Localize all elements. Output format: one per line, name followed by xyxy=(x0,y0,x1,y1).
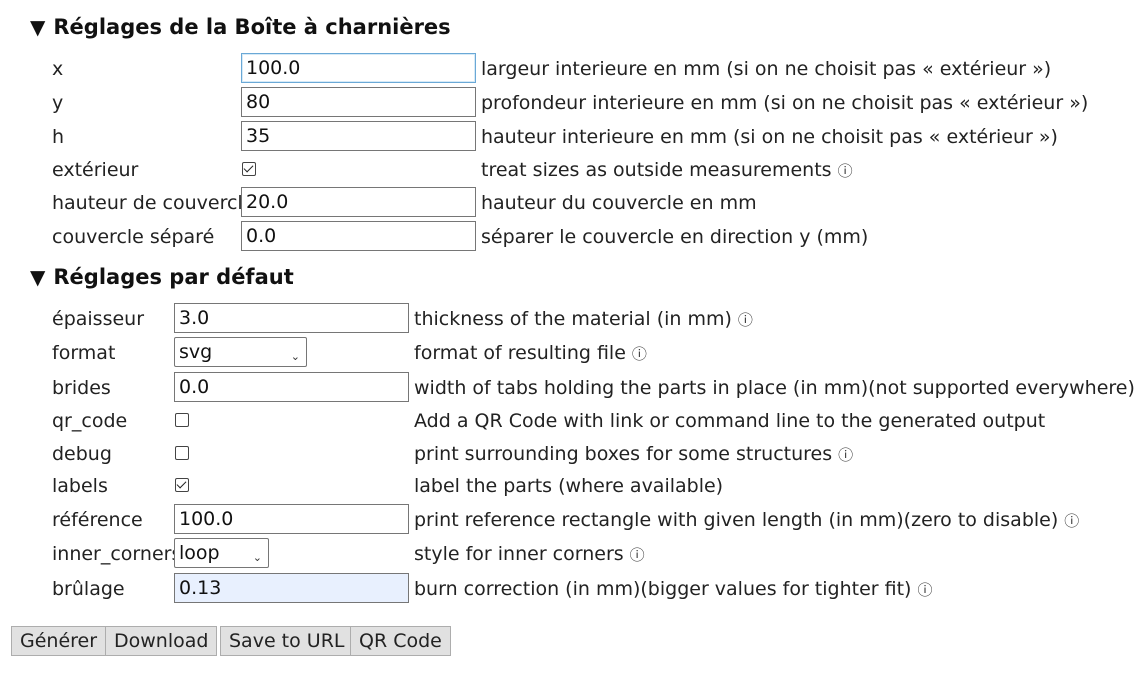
thickness-input[interactable]: 3.0 xyxy=(174,303,409,333)
row-qr-code: qr_code Add a QR Code with link or comma… xyxy=(0,405,1140,439)
field-label: hauteur de couvercle xyxy=(52,192,255,214)
info-icon[interactable]: ⓘ xyxy=(738,311,753,329)
field-description: style for inner corners ⓘ xyxy=(414,543,645,565)
field-label: labels xyxy=(52,475,108,497)
field-label: extérieur xyxy=(52,159,139,181)
format-select[interactable]: svg ⌄ xyxy=(174,337,307,367)
labels-checkbox[interactable] xyxy=(175,478,189,492)
row-inner-corners: inner_corners loop ⌄ style for inner cor… xyxy=(0,538,1140,572)
field-label: couvercle séparé xyxy=(52,226,215,248)
field-description: width of tabs holding the parts in place… xyxy=(414,377,1135,399)
field-label: brûlage xyxy=(52,578,125,600)
section-title: Réglages de la Boîte à charnières xyxy=(53,15,451,39)
field-label: brides xyxy=(52,377,111,399)
field-description: hauteur du couvercle en mm xyxy=(481,192,757,214)
field-description: print reference rectangle with given len… xyxy=(414,509,1080,531)
info-icon[interactable]: ⓘ xyxy=(1064,512,1079,530)
burn-input[interactable]: 0.13 xyxy=(174,573,409,603)
section-header-box-settings[interactable]: ▼ Réglages de la Boîte à charnières xyxy=(30,15,451,39)
field-label: format xyxy=(52,342,116,364)
info-icon[interactable]: ⓘ xyxy=(838,446,853,464)
field-description: thickness of the material (in mm) ⓘ xyxy=(414,308,753,330)
field-description: label the parts (where available) xyxy=(414,475,724,497)
row-format: format svg ⌄ format of resulting file ⓘ xyxy=(0,337,1140,371)
exterieur-checkbox[interactable] xyxy=(242,162,256,176)
field-label: y xyxy=(52,92,64,114)
row-debug: debug print surrounding boxes for some s… xyxy=(0,438,1140,472)
section-header-default-settings[interactable]: ▼ Réglages par défaut xyxy=(30,265,294,289)
chevron-down-icon: ⌄ xyxy=(290,350,300,363)
row-exterieur: extérieur treat sizes as outside measure… xyxy=(0,154,1140,188)
row-brides: brides 0.0 width of tabs holding the par… xyxy=(0,372,1140,406)
field-description: format of resulting file ⓘ xyxy=(414,342,647,364)
field-label: référence xyxy=(52,509,143,531)
field-label: debug xyxy=(52,443,112,465)
generate-button[interactable]: Générer xyxy=(11,626,107,656)
chevron-down-icon: ⌄ xyxy=(252,551,262,564)
section-title: Réglages par défaut xyxy=(53,265,294,289)
row-y: y 80 profondeur interieure en mm (si on … xyxy=(0,87,1140,121)
triangle-down-icon: ▼ xyxy=(30,265,46,289)
field-description: profondeur interieure en mm (si on ne ch… xyxy=(481,92,1089,114)
row-epaisseur: épaisseur 3.0 thickness of the material … xyxy=(0,303,1140,337)
info-icon[interactable]: ⓘ xyxy=(917,581,932,599)
row-h: h 35 hauteur interieure en mm (si on ne … xyxy=(0,121,1140,155)
field-label: x xyxy=(52,58,64,80)
field-description: largeur interieure en mm (si on ne chois… xyxy=(481,58,1052,80)
debug-checkbox[interactable] xyxy=(175,446,189,460)
field-label: h xyxy=(52,126,65,148)
row-labels: labels label the parts (where available) xyxy=(0,470,1140,504)
info-icon[interactable]: ⓘ xyxy=(838,162,853,180)
x-input[interactable]: 100.0 xyxy=(241,53,476,83)
field-label: inner_corners xyxy=(52,543,182,565)
field-description: hauteur interieure en mm (si on ne chois… xyxy=(481,126,1058,148)
info-icon[interactable]: ⓘ xyxy=(632,345,647,363)
field-description: burn correction (in mm)(bigger values fo… xyxy=(414,578,933,600)
field-description: treat sizes as outside measurements ⓘ xyxy=(481,159,853,181)
field-label: qr_code xyxy=(52,410,128,432)
row-brulage: brûlage 0.13 burn correction (in mm)(big… xyxy=(0,573,1140,607)
triangle-down-icon: ▼ xyxy=(30,15,46,39)
y-input[interactable]: 80 xyxy=(241,87,476,117)
field-label: épaisseur xyxy=(52,308,145,330)
row-hauteur-couvercle: hauteur de couvercle 20.0 hauteur du cou… xyxy=(0,187,1140,221)
field-description: Add a QR Code with link or command line … xyxy=(414,410,1046,432)
field-description: print surrounding boxes for some structu… xyxy=(414,443,854,465)
reference-input[interactable]: 100.0 xyxy=(174,504,409,534)
tabs-input[interactable]: 0.0 xyxy=(174,372,409,402)
split-lid-input[interactable]: 0.0 xyxy=(241,221,476,251)
info-icon[interactable]: ⓘ xyxy=(630,546,645,564)
qr-code-button[interactable]: QR Code xyxy=(350,626,451,656)
qr-code-checkbox[interactable] xyxy=(175,413,189,427)
selected-value: loop xyxy=(179,542,220,564)
lid-height-input[interactable]: 20.0 xyxy=(241,187,476,217)
h-input[interactable]: 35 xyxy=(241,121,476,151)
field-description: séparer le couvercle en direction y (mm) xyxy=(481,226,869,248)
row-x: x 100.0 largeur interieure en mm (si on … xyxy=(0,53,1140,87)
row-reference: référence 100.0 print reference rectangl… xyxy=(0,504,1140,538)
selected-value: svg xyxy=(179,341,213,363)
inner-corners-select[interactable]: loop ⌄ xyxy=(174,538,269,568)
save-to-url-button[interactable]: Save to URL xyxy=(220,626,354,656)
download-button[interactable]: Download xyxy=(105,626,218,656)
row-couvercle-separe: couvercle séparé 0.0 séparer le couvercl… xyxy=(0,221,1140,255)
